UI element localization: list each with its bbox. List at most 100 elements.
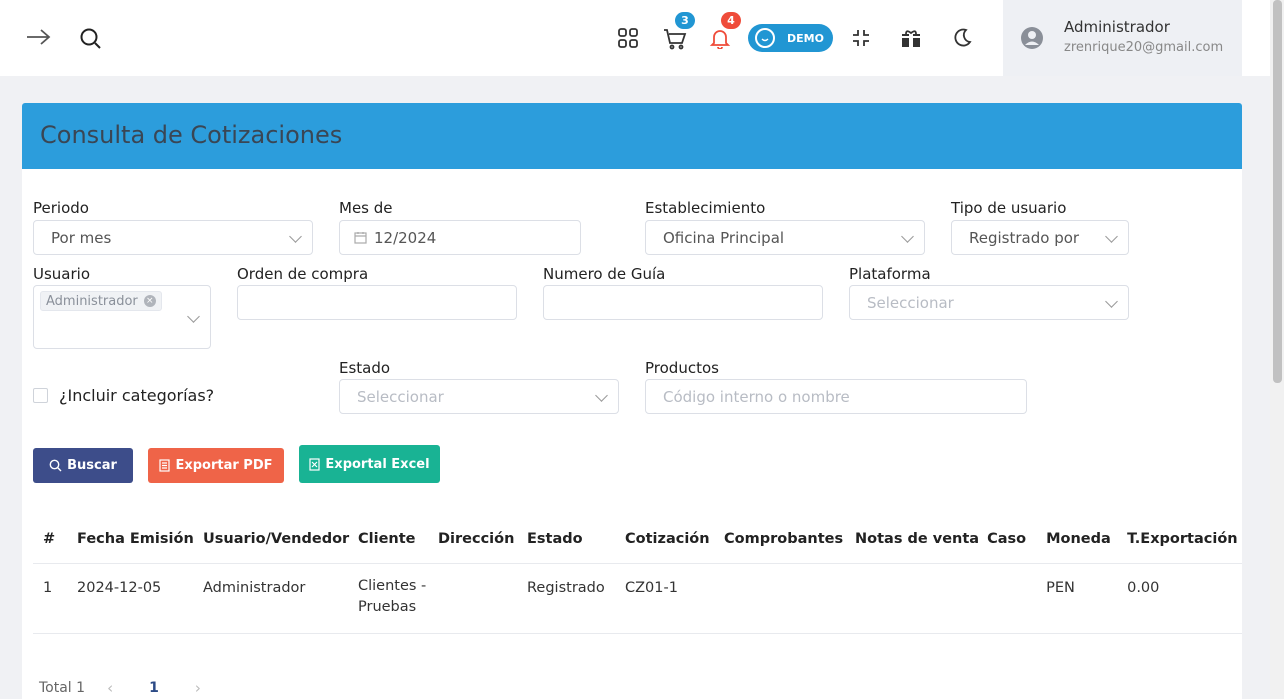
col-t-exportacion: T.Exportación <box>1123 515 1242 564</box>
productos-placeholder: Código interno o nombre <box>663 387 850 406</box>
periodo-select[interactable]: Por mes <box>33 220 313 255</box>
numero-guia-input[interactable] <box>543 285 823 320</box>
col-comprobantes: Comprobantes <box>720 515 851 564</box>
estado-label: Estado <box>339 359 391 377</box>
col-estado: Estado <box>523 515 621 564</box>
usuario-tag-label: Administrador <box>46 293 138 309</box>
notifications-count-badge: 4 <box>721 12 741 29</box>
usuario-multiselect[interactable]: Administrador × <box>33 285 211 349</box>
apps-grid-icon[interactable] <box>616 26 640 50</box>
chevron-down-icon <box>595 389 608 402</box>
col-cotizacion: Cotización <box>621 515 720 564</box>
cell-t-exportacion: 0.00 <box>1123 563 1242 634</box>
gift-icon[interactable] <box>899 26 923 50</box>
table-row[interactable]: 1 2024-12-05 Administrador Clientes - Pr… <box>33 563 1242 634</box>
chevron-down-icon <box>1105 230 1118 243</box>
page-number-current[interactable]: 1 <box>149 680 159 696</box>
tipo-usuario-label: Tipo de usuario <box>951 199 1067 217</box>
exportar-excel-button[interactable]: Exportal Excel <box>299 445 440 483</box>
cell-cotizacion: CZ01-1 <box>621 563 720 634</box>
cell-usuario-vendedor: Administrador <box>199 563 354 634</box>
demo-label: DEMO <box>787 31 824 45</box>
user-name: Administrador <box>1064 18 1170 36</box>
remove-tag-icon[interactable]: × <box>143 295 156 307</box>
col-index: # <box>33 515 73 564</box>
exportar-pdf-label: Exportar PDF <box>175 458 273 473</box>
document-icon <box>159 459 171 472</box>
demo-toggle[interactable]: DEMO <box>748 24 833 52</box>
plataforma-select[interactable]: Seleccionar <box>849 285 1129 320</box>
mes-value: 12/2024 <box>374 228 437 247</box>
collapse-icon[interactable] <box>849 26 873 50</box>
quotes-table: # Fecha Emisión Usuario/Vendedor Cliente… <box>33 515 1242 634</box>
periodo-label: Periodo <box>33 199 89 217</box>
card-header: Consulta de Cotizaciones <box>22 103 1242 169</box>
mes-label: Mes de <box>339 199 393 217</box>
estado-select[interactable]: Seleccionar <box>339 379 619 414</box>
chevron-down-icon <box>289 230 302 243</box>
top-bar: 3 4 DEMO Administrador zrenrique20@gmail… <box>0 0 1270 76</box>
user-email: zrenrique20@gmail.com <box>1064 40 1224 55</box>
cell-notas-venta <box>851 563 984 634</box>
usuario-tag: Administrador × <box>40 291 162 311</box>
cell-estado: Registrado <box>523 563 621 634</box>
col-cliente: Cliente <box>354 515 434 564</box>
chevron-down-icon <box>901 230 914 243</box>
productos-search-input[interactable]: Código interno o nombre <box>645 379 1027 414</box>
moon-icon[interactable] <box>950 26 974 50</box>
search-icon <box>49 459 62 472</box>
search-icon[interactable] <box>78 26 104 52</box>
prev-page-icon[interactable]: ‹ <box>107 679 113 697</box>
incluir-categorias-label: ¿Incluir categorías? <box>59 386 215 405</box>
col-moneda: Moneda <box>1042 515 1124 564</box>
user-menu[interactable]: Administrador zrenrique20@gmail.com <box>1003 0 1242 76</box>
orden-compra-label: Orden de compra <box>237 265 369 283</box>
periodo-value: Por mes <box>51 228 112 247</box>
tipo-usuario-select[interactable]: Registrado por <box>951 220 1129 255</box>
incluir-categorias-checkbox[interactable] <box>33 388 48 403</box>
quotes-card: Consulta de Cotizaciones Periodo Por mes… <box>22 103 1242 699</box>
exportar-pdf-button[interactable]: Exportar PDF <box>148 448 284 483</box>
cell-moneda: PEN <box>1042 563 1124 634</box>
pagination-total: Total 1 <box>39 680 86 696</box>
orden-compra-input[interactable] <box>237 285 517 320</box>
table-header-row: # Fecha Emisión Usuario/Vendedor Cliente… <box>33 515 1242 564</box>
page-title: Consulta de Cotizaciones <box>40 121 343 149</box>
vertical-scrollbar[interactable] <box>1270 0 1284 699</box>
cell-comprobantes <box>720 563 851 634</box>
col-caso: Caso <box>983 515 1043 564</box>
col-direccion: Dirección <box>434 515 523 564</box>
bell-icon[interactable] <box>708 26 732 50</box>
establecimiento-label: Establecimiento <box>645 199 766 217</box>
next-page-icon[interactable]: › <box>195 679 201 697</box>
buscar-label: Buscar <box>67 458 117 473</box>
scrollbar-thumb[interactable] <box>1273 0 1282 383</box>
cell-fecha-emision: 2024-12-05 <box>73 563 199 634</box>
col-fecha-emision: Fecha Emisión <box>73 515 199 564</box>
cell-caso <box>983 563 1043 634</box>
plataforma-placeholder: Seleccionar <box>867 293 954 312</box>
cart-icon[interactable] <box>662 26 688 52</box>
user-avatar-icon <box>1020 26 1044 50</box>
estado-placeholder: Seleccionar <box>357 387 444 406</box>
arrow-right-icon[interactable] <box>24 24 54 50</box>
cell-cliente: Clientes - Pruebas <box>354 563 434 634</box>
cart-count-badge: 3 <box>675 12 695 29</box>
col-usuario-vendedor: Usuario/Vendedor <box>199 515 354 564</box>
establecimiento-value: Oficina Principal <box>663 228 785 247</box>
exportar-excel-label: Exportal Excel <box>325 456 430 472</box>
usuario-label: Usuario <box>33 265 91 283</box>
plataforma-label: Plataforma <box>849 265 931 283</box>
mes-date-picker[interactable]: 12/2024 <box>339 220 581 255</box>
tipo-usuario-value: Registrado por <box>969 228 1080 247</box>
pagination: Total 1 ‹ 1 › <box>39 679 201 697</box>
numero-guia-label: Numero de Guía <box>543 265 666 283</box>
spreadsheet-icon <box>309 457 321 471</box>
cell-direccion <box>434 563 523 634</box>
calendar-icon <box>354 231 367 244</box>
smile-icon <box>755 28 775 48</box>
establecimiento-select[interactable]: Oficina Principal <box>645 220 925 255</box>
chevron-down-icon <box>1105 295 1118 308</box>
buscar-button[interactable]: Buscar <box>33 448 133 483</box>
cell-index: 1 <box>33 563 73 634</box>
